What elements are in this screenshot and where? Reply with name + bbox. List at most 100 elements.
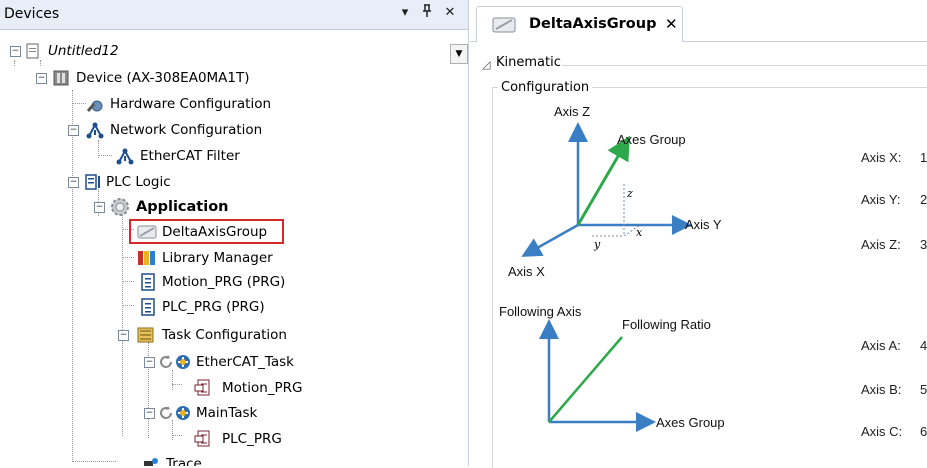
tree-item-label: Motion_PRG (PRG) [162, 274, 286, 290]
axes-group-label-2: Axes Group [656, 415, 725, 430]
following-axis-diagram [539, 319, 656, 432]
collapse-icon[interactable]: − [94, 202, 105, 213]
tree-item-label: Motion_PRG [222, 380, 303, 396]
tree-item-label: Task Configuration [162, 327, 287, 343]
tree-item-device[interactable]: − Device (AX-308EA0MA1T) [0, 66, 400, 90]
task-icon [174, 353, 192, 371]
plc-logic-icon [84, 173, 102, 191]
tree-item-project[interactable]: − Untitled12 [0, 39, 400, 63]
axis-c-field-label: Axis C: [861, 424, 903, 439]
following-ratio-line [548, 336, 623, 423]
axis-z-field-label: Axis Z: [861, 237, 901, 252]
tree-item-label: Device (AX-308EA0MA1T) [76, 70, 250, 86]
device-icon [52, 69, 70, 87]
collapse-icon[interactable]: − [144, 408, 155, 419]
xyz-axes-diagram [521, 122, 692, 257]
tab-strip: DeltaAxisGroup ✕ [470, 0, 927, 42]
tree-item-label: PLC Logic [106, 174, 171, 190]
axis-x-field-value[interactable]: 1 [920, 150, 927, 165]
kinematic-section-label[interactable]: Kinematic [496, 55, 561, 70]
devices-title: Devices [4, 6, 60, 22]
network-icon [116, 147, 134, 165]
axis-y-field-value[interactable]: 2 [920, 192, 927, 207]
tree-item-network-configuration[interactable]: − Network Configuration [0, 118, 400, 142]
collapse-icon[interactable]: − [36, 73, 47, 84]
selection-highlight [129, 219, 284, 244]
tab-title: DeltaAxisGroup [529, 16, 657, 32]
collapse-icon[interactable]: − [118, 330, 129, 341]
network-icon [86, 121, 104, 139]
tree-item-motion-prg[interactable]: Motion_PRG (PRG) [0, 270, 400, 294]
tree-item-task-configuration[interactable]: − Task Configuration [0, 323, 400, 347]
tree-item-plc-prg[interactable]: PLC_PRG (PRG) [0, 295, 400, 319]
devices-panel: Devices ▾ ✕ ▼ − Untitled12 − Device (AX-… [0, 0, 469, 466]
x-dimension-label: x [636, 226, 643, 239]
task-configuration-icon [136, 326, 154, 344]
tree-item-label: MainTask [196, 405, 258, 421]
tree-item-plc-prg-call[interactable]: PLC_PRG [0, 427, 400, 451]
tab-delta-axis-group[interactable]: DeltaAxisGroup ✕ [476, 6, 683, 42]
collapse-icon[interactable]: − [10, 46, 21, 57]
collapse-icon[interactable]: − [68, 125, 79, 136]
tree-item-application[interactable]: − Application [0, 195, 400, 219]
axis-x-label: Axis X [508, 264, 545, 279]
task-icon [174, 404, 192, 422]
axis-a-field-label: Axis A: [861, 338, 901, 353]
collapse-arrow-icon[interactable]: ◿ [482, 58, 490, 71]
program-call-icon [194, 379, 212, 397]
pin-icon[interactable] [418, 4, 436, 22]
program-call-icon [194, 430, 212, 448]
collapse-icon[interactable]: − [68, 177, 79, 188]
device-tree: − Untitled12 − Device (AX-308EA0MA1T) Ha… [0, 30, 468, 466]
following-axis-label: Following Axis [499, 304, 582, 319]
tree-item-library-manager[interactable]: Library Manager [0, 246, 400, 270]
axis-b-field-value[interactable]: 5 [920, 382, 927, 397]
close-panel-button[interactable]: ✕ [441, 4, 459, 22]
tree-item-plc-logic[interactable]: − PLC Logic [0, 170, 400, 194]
tree-item-ethercat-task[interactable]: − EtherCAT_Task [0, 350, 400, 374]
axis-x-arrow [521, 223, 579, 257]
axis-c-field-value[interactable]: 6 [920, 424, 927, 439]
program-icon [140, 298, 158, 316]
tree-item-label: Hardware Configuration [110, 96, 272, 112]
configuration-group-label: Configuration [498, 80, 593, 95]
tree-item-motion-prg-call[interactable]: Motion_PRG [0, 376, 400, 400]
project-icon [24, 42, 42, 60]
library-icon [137, 249, 155, 267]
axis-a-field-value[interactable]: 4 [920, 338, 927, 353]
axis-z-field-value[interactable]: 3 [920, 237, 927, 252]
tree-item-label: Trace [166, 456, 202, 466]
tree-item-label: PLC_PRG [222, 431, 282, 447]
tree-item-label: PLC_PRG (PRG) [162, 299, 265, 315]
tab-close-button[interactable]: ✕ [665, 15, 678, 33]
trace-icon [142, 455, 160, 466]
tree-item-trace[interactable]: Trace [0, 452, 400, 466]
z-dimension-label: z [627, 187, 633, 200]
axis-y-label: Axis Y [685, 217, 722, 232]
axis-y-field-label: Axis Y: [861, 192, 901, 207]
axis-x-field-label: Axis X: [861, 150, 902, 165]
tree-item-hardware-configuration[interactable]: Hardware Configuration [0, 92, 400, 116]
axis-b-field-label: Axis B: [861, 382, 902, 397]
axes-group-vector [576, 135, 631, 226]
tree-item-main-task[interactable]: − MainTask [0, 401, 400, 425]
gear-wrench-icon [86, 95, 104, 113]
devices-header: Devices ▾ ✕ [0, 0, 468, 30]
axes-group-label: Axes Group [617, 132, 686, 147]
tree-item-label: Library Manager [162, 250, 273, 266]
tree-item-label: EtherCAT_Task [196, 354, 294, 370]
following-ratio-label: Following Ratio [622, 317, 711, 332]
editor-area: DeltaAxisGroup ✕ ◿ Kinematic Configurati… [470, 0, 927, 468]
tree-item-label: Network Configuration [110, 122, 263, 138]
tree-item-label: Untitled12 [48, 43, 119, 59]
collapse-icon[interactable]: − [144, 357, 155, 368]
section-divider [562, 65, 927, 66]
tree-item-label: EtherCAT Filter [140, 148, 240, 164]
y-dimension-label: y [594, 238, 601, 251]
axis-group-icon [491, 15, 517, 39]
tree-item-label: Application [136, 199, 229, 215]
tree-item-ethercat-filter[interactable]: EtherCAT Filter [0, 144, 400, 168]
program-icon [140, 273, 158, 291]
application-gear-icon [110, 197, 129, 216]
panel-menu-button[interactable]: ▾ [396, 4, 414, 22]
